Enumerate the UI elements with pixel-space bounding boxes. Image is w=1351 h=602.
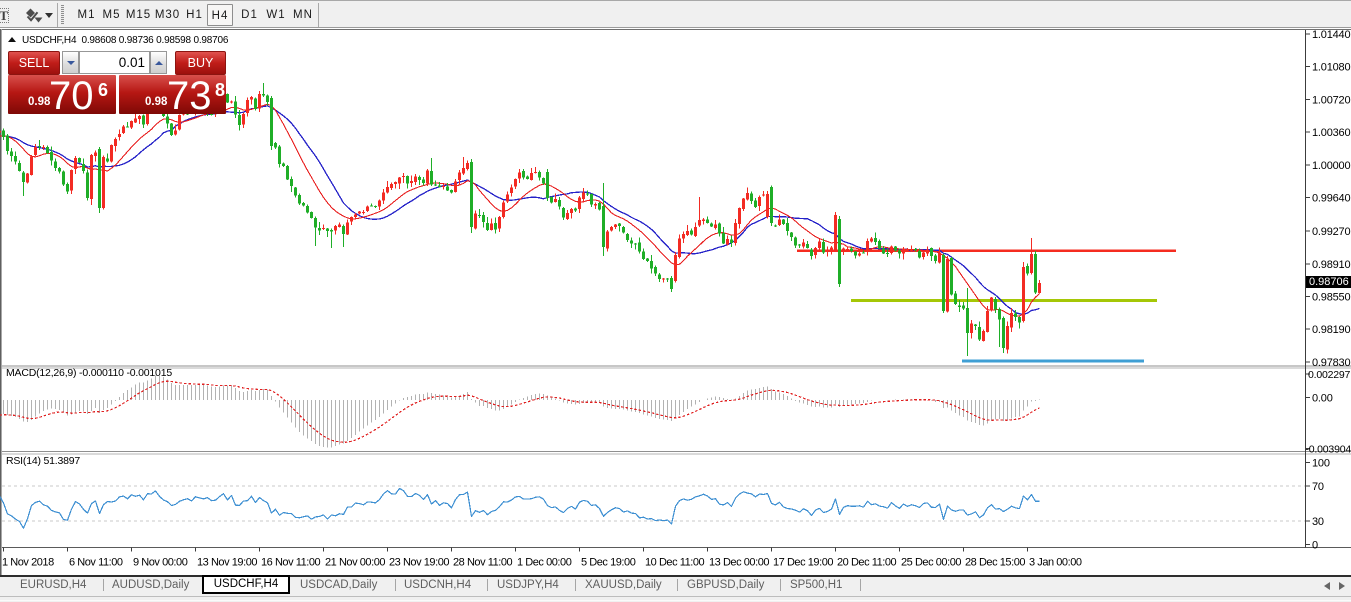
svg-text:0.98910: 0.98910: [1312, 259, 1350, 271]
svg-text:13 Nov 19:00: 13 Nov 19:00: [197, 557, 257, 569]
svg-text:0.98550: 0.98550: [1312, 292, 1350, 304]
svg-text:1 Nov 2018: 1 Nov 2018: [2, 557, 54, 569]
svg-text:0.00: 0.00: [1312, 393, 1333, 405]
svg-text:28 Dec 15:00: 28 Dec 15:00: [965, 557, 1025, 569]
svg-text:0.97830: 0.97830: [1312, 357, 1350, 369]
svg-text:13 Dec 00:00: 13 Dec 00:00: [709, 557, 769, 569]
svg-text:100: 100: [1312, 458, 1330, 470]
svg-text:3 Jan 00:00: 3 Jan 00:00: [1029, 557, 1082, 569]
svg-text:0: 0: [1312, 540, 1318, 552]
svg-text:MACD(12,26,9) -0.000110 -0.001: MACD(12,26,9) -0.000110 -0.001015: [6, 367, 172, 379]
svg-text:70: 70: [1312, 481, 1324, 493]
svg-text:RSI(14) 51.3897: RSI(14) 51.3897: [6, 455, 80, 467]
svg-text:25 Dec 00:00: 25 Dec 00:00: [901, 557, 961, 569]
svg-text:23 Nov 19:00: 23 Nov 19:00: [389, 557, 449, 569]
svg-text:6 Nov 11:00: 6 Nov 11:00: [69, 557, 123, 569]
svg-text:0.99640: 0.99640: [1312, 193, 1350, 205]
svg-text:9 Nov 00:00: 9 Nov 00:00: [133, 557, 188, 569]
svg-text:1.01080: 1.01080: [1312, 62, 1350, 74]
svg-text:-0.003904: -0.003904: [1306, 444, 1351, 456]
svg-text:0.98190: 0.98190: [1312, 324, 1350, 336]
svg-text:1.01440: 1.01440: [1312, 29, 1350, 41]
svg-text:20 Dec 11:00: 20 Dec 11:00: [837, 557, 897, 569]
svg-text:5 Dec 19:00: 5 Dec 19:00: [581, 557, 636, 569]
svg-text:30: 30: [1312, 516, 1324, 528]
svg-text:1 Dec 00:00: 1 Dec 00:00: [517, 557, 572, 569]
svg-text:1.00000: 1.00000: [1312, 160, 1350, 172]
svg-text:10 Dec 11:00: 10 Dec 11:00: [645, 557, 705, 569]
svg-text:28 Nov 11:00: 28 Nov 11:00: [453, 557, 513, 569]
svg-text:16 Nov 11:00: 16 Nov 11:00: [261, 557, 321, 569]
svg-text:1.00360: 1.00360: [1312, 127, 1350, 139]
svg-text:0.002297: 0.002297: [1308, 369, 1351, 381]
svg-text:17 Dec 19:00: 17 Dec 19:00: [773, 557, 833, 569]
svg-text:0.99270: 0.99270: [1312, 226, 1350, 238]
svg-text:21 Nov 00:00: 21 Nov 00:00: [325, 557, 385, 569]
svg-text:1.00720: 1.00720: [1312, 94, 1350, 106]
